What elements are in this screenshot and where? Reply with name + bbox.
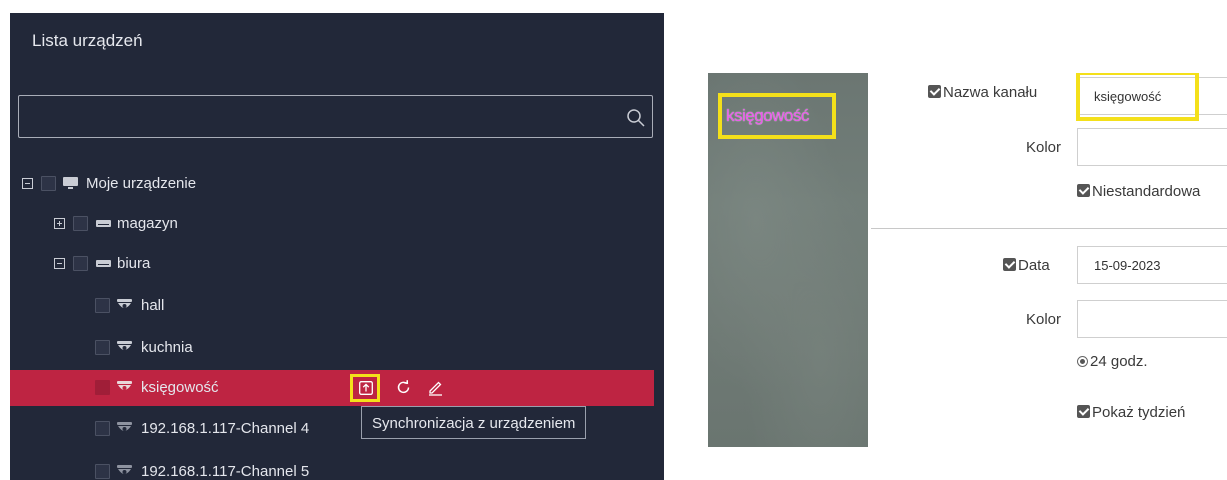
- color-label: Kolor: [1026, 139, 1062, 156]
- date-checkbox[interactable]: Data: [1003, 257, 1050, 274]
- tree-node-root[interactable]: Moje urządzenie: [10, 166, 654, 202]
- tree-node-ksiegowosc[interactable]: księgowość: [10, 370, 654, 406]
- channel-name-label: Nazwa kanału: [943, 84, 1038, 101]
- collapse-toggle[interactable]: [54, 258, 65, 269]
- monitor-icon: [63, 177, 78, 189]
- tree-node-kuchnia[interactable]: kuchnia: [10, 330, 654, 366]
- offline-camera-icon: [117, 465, 132, 474]
- tree-label: 192.168.1.117-Channel 4: [141, 420, 310, 437]
- checkbox[interactable]: [95, 380, 110, 395]
- tree-label: magazyn: [117, 215, 178, 232]
- custom-label: Niestandardowa: [1092, 183, 1201, 200]
- checkbox[interactable]: [73, 256, 88, 271]
- time-format-label: 24 godz.: [1090, 353, 1148, 370]
- search-icon[interactable]: [626, 108, 646, 128]
- date-value: 15-09-2023: [1094, 258, 1161, 273]
- tree-label: kuchnia: [141, 339, 193, 356]
- tree-label: 192.168.1.117-Channel 5: [141, 463, 310, 480]
- recorder-icon: [96, 220, 111, 227]
- date-label: Data: [1018, 257, 1050, 274]
- date-input[interactable]: 15-09-2023: [1077, 246, 1227, 284]
- time-format-radio[interactable]: 24 godz.: [1077, 353, 1148, 370]
- dome-camera-icon: [117, 299, 132, 308]
- dome-camera-icon: [117, 341, 132, 350]
- checkbox-checked-icon[interactable]: [1077, 405, 1090, 418]
- checkbox[interactable]: [95, 464, 110, 479]
- tree-node-hall[interactable]: hall: [10, 288, 654, 324]
- camera-preview: księgowość: [708, 73, 868, 447]
- checkbox[interactable]: [73, 216, 88, 231]
- sync-upload-icon[interactable]: [359, 381, 373, 395]
- checkbox[interactable]: [95, 421, 110, 436]
- tree-label: księgowość: [141, 379, 219, 396]
- tree-node-magazyn[interactable]: magazyn: [10, 206, 654, 242]
- date-color-input[interactable]: [1077, 300, 1227, 338]
- checkbox-checked-icon[interactable]: [1077, 184, 1090, 197]
- show-week-checkbox[interactable]: Pokaż tydzień: [1077, 404, 1185, 421]
- checkbox[interactable]: [41, 176, 56, 191]
- show-week-label: Pokaż tydzień: [1092, 404, 1186, 421]
- osd-overlay-text: księgowość: [726, 106, 809, 125]
- overlay-highlight: księgowość: [718, 93, 836, 139]
- checkbox-checked-icon[interactable]: [1003, 258, 1016, 271]
- panel-title: Lista urządzeń: [32, 31, 143, 50]
- recorder-icon: [96, 260, 111, 267]
- collapse-toggle[interactable]: [22, 178, 33, 189]
- channel-name-checkbox[interactable]: Nazwa kanału: [928, 84, 1037, 101]
- section-divider: [871, 228, 1227, 229]
- color-input[interactable]: [1077, 128, 1227, 166]
- date-color-label: Kolor: [1026, 311, 1062, 328]
- dome-camera-icon: [117, 381, 132, 390]
- osd-settings-panel: księgowość Nazwa kanału księgowość Kolor…: [708, 73, 1227, 447]
- custom-checkbox[interactable]: Niestandardowa: [1077, 183, 1200, 200]
- tree-node-biura[interactable]: biura: [10, 246, 654, 282]
- radio-selected-icon[interactable]: [1077, 356, 1088, 367]
- tree-label: Moje urządzenie: [86, 175, 197, 192]
- tree-label: hall: [141, 297, 165, 314]
- offline-camera-icon: [117, 422, 132, 431]
- checkbox[interactable]: [95, 340, 110, 355]
- channel-name-highlight: [1076, 73, 1199, 121]
- refresh-icon[interactable]: [395, 379, 412, 396]
- edit-icon[interactable]: [427, 379, 444, 396]
- checkbox[interactable]: [95, 298, 110, 313]
- sync-tooltip: Synchronizacja z urządzeniem: [361, 406, 587, 439]
- tree-label: biura: [117, 255, 151, 272]
- expand-toggle[interactable]: [54, 218, 65, 229]
- search-input[interactable]: [18, 95, 653, 138]
- checkbox-checked-icon[interactable]: [928, 85, 941, 98]
- sync-button-highlight: [350, 374, 380, 402]
- tree-node-channel-5[interactable]: 192.168.1.117-Channel 5: [10, 454, 654, 480]
